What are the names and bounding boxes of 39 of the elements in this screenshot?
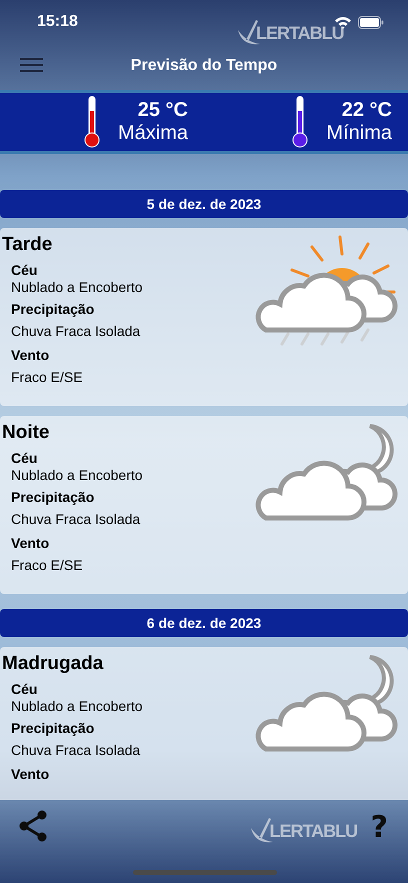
period-title: Tarde	[2, 234, 54, 256]
field-value: Nublado a Encoberto	[11, 279, 143, 295]
period-title: Madrugada	[2, 653, 104, 675]
field-label: Vento	[11, 535, 50, 551]
share-button[interactable]	[18, 810, 48, 842]
field-label: Céu	[11, 262, 38, 278]
temperature-label: Máxima	[118, 122, 188, 145]
share-icon	[18, 810, 48, 842]
temperature-value: 25 °C	[138, 99, 188, 122]
field-label: Céu	[11, 681, 38, 697]
field-value: Nublado a Encoberto	[11, 698, 143, 714]
field-label: Precipitação	[11, 489, 96, 505]
menu-button[interactable]	[20, 58, 43, 72]
screen-title: Previsão do Tempo	[130, 57, 278, 75]
field-label: Precipitação	[11, 720, 96, 736]
field-value: Nublado a Encoberto	[11, 467, 143, 483]
period-title: Noite	[2, 422, 50, 444]
field-label: Precipitação	[11, 301, 96, 317]
battery-icon	[358, 16, 384, 28]
status-time: 15:18	[37, 13, 78, 31]
field-value: Chuva Fraca Isolada	[11, 742, 142, 758]
wifi-icon	[334, 16, 352, 28]
field-value: Fraco E/SE	[11, 369, 84, 385]
logo-text: LERTABLU	[256, 23, 344, 44]
field-label: Vento	[11, 347, 50, 363]
thermometer-icon	[84, 95, 100, 149]
temperature-label: Mínima	[326, 122, 392, 145]
thermometer-icon	[292, 95, 308, 149]
field-value: Fraco E/SE	[11, 557, 84, 573]
field-label: Vento	[11, 766, 50, 782]
logo-text: LERTABLU	[269, 821, 358, 842]
help-button[interactable]: ?	[368, 810, 390, 846]
temperature-value: 22 °C	[342, 99, 392, 122]
field-value: Chuva Fraca Isolada	[11, 323, 142, 339]
field-label: Céu	[11, 450, 38, 466]
field-value: Chuva Fraca Isolada	[11, 511, 142, 527]
date-text: 5 de dez. de 2023	[146, 196, 262, 212]
menu-icon	[20, 58, 43, 72]
date-text: 6 de dez. de 2023	[146, 615, 262, 631]
